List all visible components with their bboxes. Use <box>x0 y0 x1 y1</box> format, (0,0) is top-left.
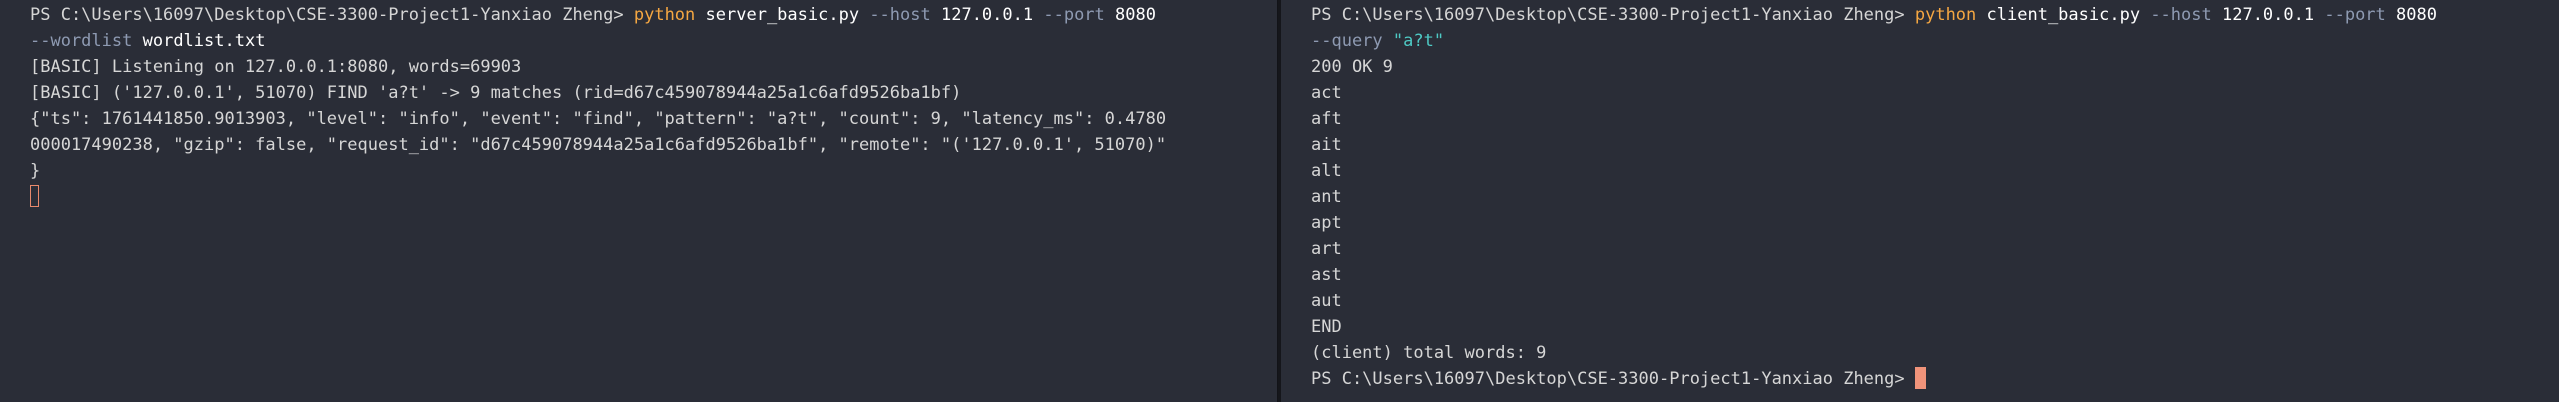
output-line: (client) total words: 9 <box>1311 343 1547 363</box>
server-terminal-pane[interactable]: PS C:\Users\16097\Desktop\CSE-3300-Proje… <box>0 0 1278 402</box>
output-line: alt <box>1311 161 1342 181</box>
output-line: [BASIC] Listening on 127.0.0.1:8080, wor… <box>30 57 522 77</box>
host-flag: --host <box>869 5 931 25</box>
prompt-text: PS C:\Users\16097\Desktop\CSE-3300-Proje… <box>1311 369 1915 389</box>
wordlist-flag: --wordlist <box>30 31 133 51</box>
query-value: "a?t" <box>1392 31 1445 51</box>
host-value: 127.0.0.1 <box>940 5 1034 25</box>
host-flag: --host <box>2150 5 2212 25</box>
terminal-cursor <box>30 185 39 207</box>
host-value: 127.0.0.1 <box>2221 5 2315 25</box>
terminal-split-view: PS C:\Users\16097\Desktop\CSE-3300-Proje… <box>0 0 2559 402</box>
prompt-text: PS C:\Users\16097\Desktop\CSE-3300-Proje… <box>30 5 634 25</box>
output-line: ant <box>1311 187 1342 207</box>
terminal-cursor <box>1914 366 1926 389</box>
output-line: {"ts": 1761441850.9013903, "level": "inf… <box>30 109 1167 129</box>
server-command-continuation: --wordlist wordlist.txt <box>30 28 1277 54</box>
output-line: apt <box>1311 213 1342 233</box>
port-value: 8080 <box>2396 5 2437 25</box>
output-line: aft <box>1311 109 1342 129</box>
output-line: act <box>1311 83 1342 103</box>
wordlist-value: wordlist.txt <box>142 31 266 51</box>
output-line: art <box>1311 239 1342 259</box>
output-line: 000017490238, "gzip": false, "request_id… <box>30 135 1167 155</box>
port-flag: --port <box>1043 5 1105 25</box>
script-name: server_basic.py <box>705 5 860 25</box>
client-terminal-pane[interactable]: PS C:\Users\16097\Desktop\CSE-3300-Proje… <box>1281 0 2559 402</box>
port-value: 8080 <box>1115 5 1156 25</box>
command-name: python <box>1914 5 1977 25</box>
script-name: client_basic.py <box>1986 5 2141 25</box>
output-line: END <box>1311 317 1342 337</box>
output-line: } <box>30 161 41 181</box>
query-flag: --query <box>1311 31 1383 51</box>
cursor-line <box>30 184 1277 210</box>
output-line: [BASIC] ('127.0.0.1', 51070) FIND 'a?t' … <box>30 83 962 103</box>
final-prompt-line: PS C:\Users\16097\Desktop\CSE-3300-Proje… <box>1311 366 2559 392</box>
output-line: aut <box>1311 291 1342 311</box>
output-line: ait <box>1311 135 1342 155</box>
output-line: 200 OK 9 <box>1311 57 1393 77</box>
command-name: python <box>633 5 696 25</box>
port-flag: --port <box>2324 5 2386 25</box>
server-command-line: PS C:\Users\16097\Desktop\CSE-3300-Proje… <box>30 2 1277 28</box>
prompt-text: PS C:\Users\16097\Desktop\CSE-3300-Proje… <box>1311 5 1915 25</box>
client-command-line: PS C:\Users\16097\Desktop\CSE-3300-Proje… <box>1311 2 2559 28</box>
client-command-continuation: --query "a?t" <box>1311 28 2559 54</box>
output-line: ast <box>1311 265 1342 285</box>
